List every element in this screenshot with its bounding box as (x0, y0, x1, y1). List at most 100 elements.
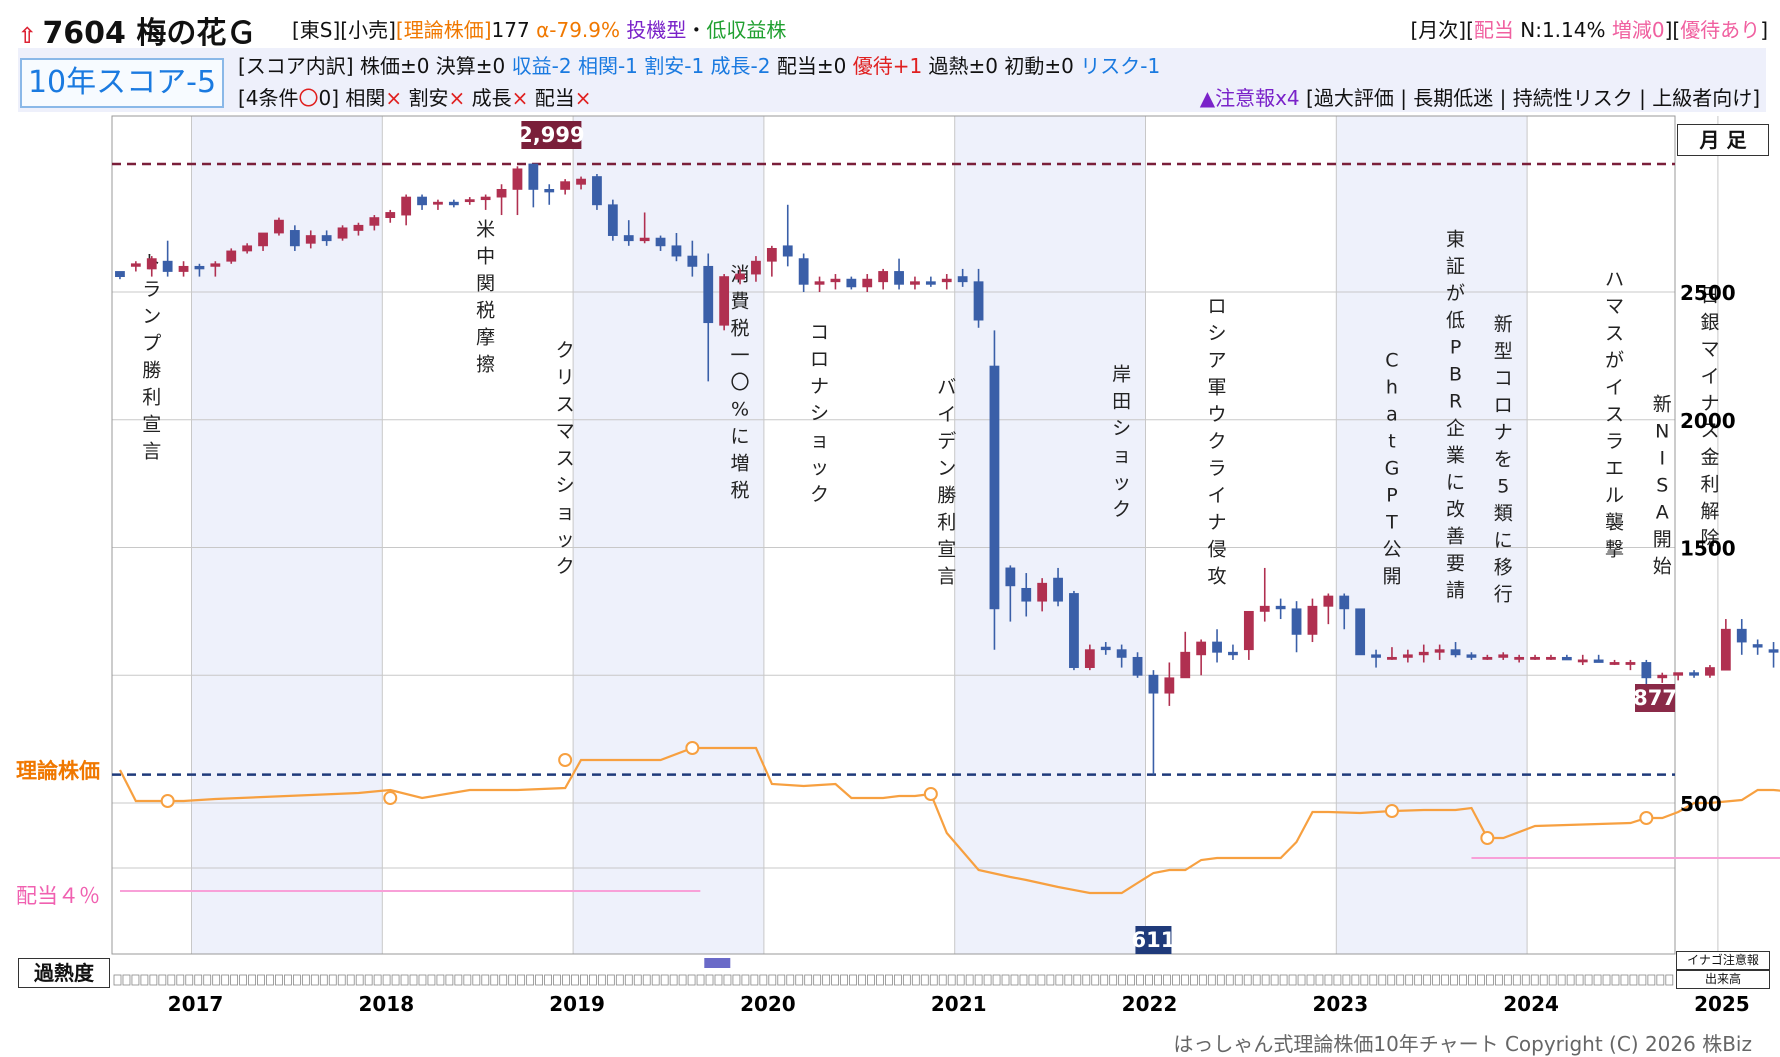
event-label-char: ス (556, 448, 575, 470)
candle-body (1673, 672, 1684, 676)
overheat-cell (1620, 974, 1629, 986)
circle-mark: 〇 (298, 86, 319, 110)
copyright: はっしゃん式理論株価10年チャート Copyright (C) 2026 株Bi… (1173, 1032, 1752, 1056)
warning-badge[interactable]: ▲注意報x4 (1200, 86, 1300, 110)
header-right-tags: [月次][配当 N:1.14% 増減0][優待あり] (1410, 14, 1768, 43)
candle-body (1148, 674, 1159, 694)
overheat-cell (1342, 974, 1351, 986)
score-item: 過熱±0 初動±0 (928, 54, 1081, 78)
overheat-cell (849, 974, 857, 986)
overheat-cell (1019, 974, 1028, 986)
overheat-label: 過熱度 (18, 958, 110, 988)
candle-body (305, 235, 316, 244)
year-bands (191, 116, 1528, 954)
overheat-cell (203, 974, 212, 986)
event-label-char: ナ (1208, 512, 1227, 534)
candle-body (480, 196, 491, 201)
event-label-char: B (1449, 364, 1462, 386)
monthly-tag[interactable]: [月次][ (1410, 18, 1473, 42)
overheat-cell (804, 974, 813, 986)
candle-body (719, 276, 730, 326)
event-label-char: マ (556, 421, 575, 443)
event-label-char: ッ (1112, 472, 1131, 494)
candle-body (925, 281, 936, 285)
event-label-char: h (1386, 377, 1398, 399)
candle-body (1418, 651, 1429, 656)
event-label-char: 襲 (1605, 512, 1624, 534)
up-arrow-icon: ⇧ (18, 24, 37, 49)
event-label-char: 増 (731, 453, 750, 475)
event-label-char: 侵 (1208, 539, 1227, 561)
event-label-char: ラ (1605, 431, 1624, 453)
y-tick-label: 2500 (1680, 281, 1736, 305)
event-label-char: 宣 (142, 414, 161, 436)
overheat-cell (346, 974, 355, 986)
candle-body (258, 232, 268, 247)
event-label-char: ロ (810, 349, 829, 371)
overheat-cell (669, 974, 678, 986)
overheat-cell (517, 974, 526, 986)
riron-marker (923, 787, 938, 801)
overheat-cell (1441, 974, 1449, 986)
overheat-cell (266, 974, 274, 986)
overheat-cell (714, 974, 723, 986)
overheat-cell (947, 974, 956, 986)
overheat-cell (1207, 974, 1216, 986)
dividend-tag[interactable]: 配当 (1474, 18, 1514, 42)
year-band (954, 116, 1146, 954)
overheat-cell (1297, 974, 1306, 986)
event-label-char: 米 (476, 219, 495, 241)
candle-body (1593, 659, 1604, 663)
event-label-char: 行 (1494, 584, 1513, 606)
ten-year-score-box[interactable]: 10年スコア-5 (20, 58, 224, 108)
overheat-cell (1028, 974, 1037, 986)
candle-body (1100, 646, 1111, 651)
overheat-cell (1279, 974, 1288, 986)
candle-body (973, 281, 984, 321)
alpha-value: α-79.9% (536, 18, 620, 42)
overheat-cell (1468, 974, 1476, 986)
y-tick-label: 500 (1680, 792, 1722, 816)
overheat-cell (140, 974, 149, 986)
overheat-cell (705, 974, 714, 986)
overheat-cell (1647, 974, 1656, 986)
overheat-cell (597, 974, 606, 986)
candle-body (1641, 662, 1652, 679)
candle-body (846, 278, 857, 288)
event-label-char: マ (1605, 296, 1624, 318)
event-label-char: A (1656, 502, 1669, 524)
event-label-char: 〇 (731, 372, 750, 394)
candle-body (1689, 672, 1699, 676)
candle-body (862, 278, 873, 288)
event-label-char: エ (1605, 458, 1624, 480)
yutai-tag[interactable]: 優待あり (1680, 18, 1760, 42)
event-label-char: ク (810, 484, 829, 506)
event-label-char: 擦 (476, 354, 495, 376)
riron-tag[interactable]: [理論株価] (396, 18, 492, 42)
overheat-cell (777, 974, 786, 986)
overheat-cell (436, 974, 445, 986)
overheat-cell (1037, 974, 1046, 986)
event-label-char: 摩 (476, 327, 495, 349)
event-label-char: 類 (1494, 503, 1513, 525)
candle-body (1053, 577, 1063, 602)
event-label-char: 攻 (1208, 566, 1227, 588)
x-mark: × (574, 86, 592, 110)
event-label-char: ョ (556, 502, 575, 524)
x-tick-label: 2018 (358, 992, 414, 1016)
overheat-cell (553, 974, 561, 986)
overheat-cell (741, 974, 750, 986)
candle-body (671, 245, 682, 257)
overheat-cell (373, 974, 382, 986)
candle-body (1084, 649, 1095, 668)
overheat-cell (328, 974, 337, 986)
overheat-cell (248, 974, 256, 986)
event-label-char: G (1385, 458, 1400, 480)
overheat-cell (1154, 974, 1162, 986)
overheat-cell (1396, 974, 1405, 986)
monthly-button[interactable]: 月 足 (1677, 124, 1769, 156)
y-tick-label: 1500 (1680, 537, 1736, 561)
event-label-char: C (1385, 350, 1398, 372)
overheat-cell (929, 974, 938, 986)
candle-body (337, 227, 348, 239)
